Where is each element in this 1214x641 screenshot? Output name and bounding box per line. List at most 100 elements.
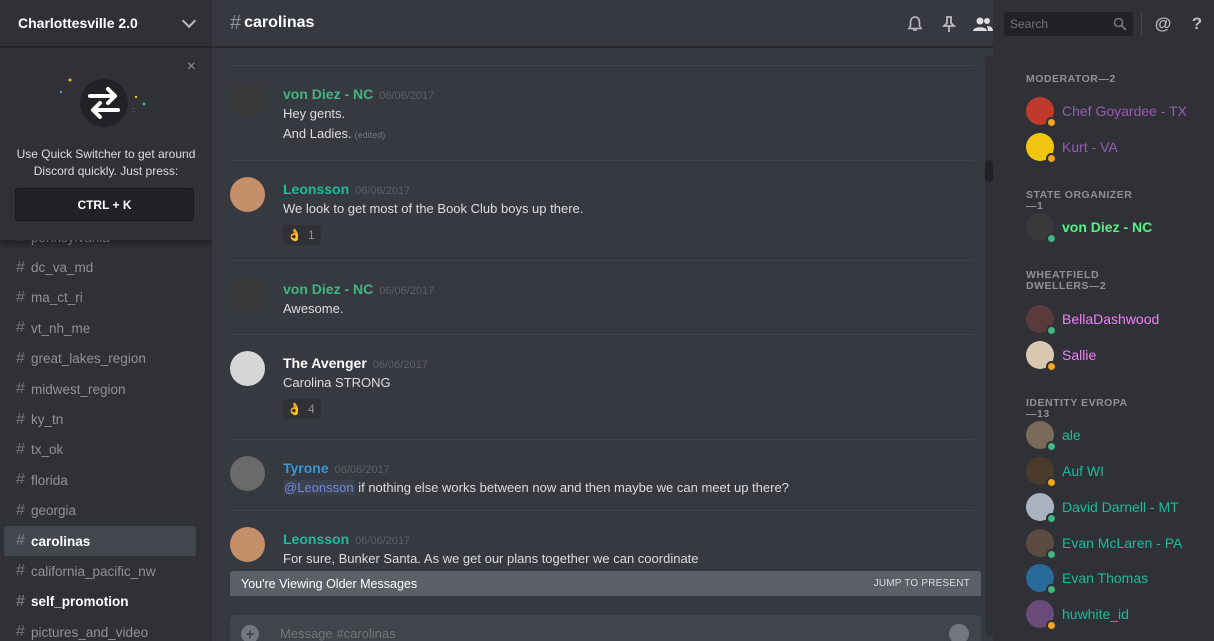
member-list: MODERATOR—2 Chef Goyardee - TX Kurt - VA ST… <box>993 0 1214 641</box>
reaction-button[interactable]: 👌 4 <box>283 399 321 419</box>
channel-item-great_lakes_region[interactable]: # great_lakes_region <box>4 344 196 374</box>
message-header: Leonsson 06/06/2017 <box>283 531 410 547</box>
message-group[interactable]: The Avenger 06/06/2017 Carolina STRONG 👌 4 <box>230 334 975 439</box>
message-group[interactable]: Leonsson 06/06/2017 We look to get most of… <box>230 160 975 260</box>
member-item[interactable]: huwhite_id <box>1026 598 1129 631</box>
channel-item-california_pacific_nw[interactable]: # california_pacific_nw <box>4 556 196 586</box>
message-header: Leonsson 06/06/2017 <box>283 181 410 197</box>
idle-status-icon <box>1046 620 1057 631</box>
idle-status-icon <box>1046 117 1057 128</box>
avatar[interactable] <box>230 82 265 117</box>
help-icon[interactable]: ? <box>1185 12 1209 36</box>
channel-item-vt_nh_me[interactable]: # vt_nh_me <box>4 313 196 343</box>
member-name: ale <box>1062 427 1081 443</box>
member-item[interactable]: Kurt - VA <box>1026 131 1118 164</box>
older-messages-bar[interactable]: You're Viewing Older Messages JUMP TO PR… <box>230 571 981 596</box>
scrollbar[interactable] <box>985 56 993 636</box>
header-toolbar: @ ? <box>898 0 1214 47</box>
username[interactable]: Leonsson <box>283 181 349 197</box>
user-mention[interactable]: @Leonsson <box>283 480 355 495</box>
pin-icon[interactable] <box>937 12 961 36</box>
avatar[interactable] <box>230 277 265 312</box>
message-group[interactable]: Leonsson 06/06/2017 For sure, Bunker Santa… <box>230 510 975 571</box>
hashtag-icon: # <box>16 532 25 550</box>
message-text: Awesome. <box>283 301 343 316</box>
attach-plus-icon[interactable]: + <box>241 625 259 641</box>
channel-name: california_pacific_nw <box>31 563 156 579</box>
channel-item-ky_tn[interactable]: # ky_tn <box>4 404 196 434</box>
svg-text:::: :: <box>132 108 136 114</box>
member-item[interactable]: David Darnell - MT <box>1026 491 1179 524</box>
channel-title: carolinas <box>244 14 315 31</box>
scroll-thumb[interactable] <box>985 160 993 182</box>
emoji-icon[interactable] <box>949 624 969 641</box>
channel-header: # carolinas <box>212 0 993 47</box>
shortcut-key-badge: CTRL + K <box>15 188 194 221</box>
message-group[interactable]: von Diez - NC 06/06/2017 Hey gents. And Lad… <box>230 65 975 160</box>
channel-item-georgia[interactable]: # georgia <box>4 496 196 526</box>
channel-item-midwest_region[interactable]: # midwest_region <box>4 374 196 404</box>
username[interactable]: von Diez - NC <box>283 281 373 297</box>
username[interactable]: The Avenger <box>283 355 367 371</box>
member-name: huwhite_id <box>1062 606 1129 622</box>
member-name: BellaDashwood <box>1062 311 1160 327</box>
members-icon[interactable] <box>971 12 995 36</box>
timestamp: 06/06/2017 <box>379 285 435 297</box>
hashtag-icon: # <box>16 319 25 337</box>
channel-item-tx_ok[interactable]: # tx_ok <box>4 435 196 465</box>
swap-arrows-icon: :: <box>59 78 146 127</box>
chevron-down-icon[interactable] <box>181 13 197 28</box>
username[interactable]: Leonsson <box>283 531 349 547</box>
hashtag-icon: # <box>16 562 25 580</box>
member-item[interactable]: Auf WI <box>1026 455 1104 488</box>
message-line: Hey gents. <box>283 106 346 121</box>
username[interactable]: Tyrone <box>283 460 329 476</box>
close-icon[interactable]: × <box>187 58 196 76</box>
member-item[interactable]: BellaDashwood <box>1026 303 1160 336</box>
server-header[interactable]: Charlottesville 2.0 <box>0 0 212 47</box>
message-input[interactable] <box>280 626 880 641</box>
channel-item-self_promotion[interactable]: # self_promotion <box>4 587 196 617</box>
message-line: And Ladies. <box>283 126 352 141</box>
channel-sidebar: Charlottesville 2.0 × :: Use Quick Switc… <box>0 0 212 641</box>
channel-item-pictures_and_video[interactable]: # pictures_and_video <box>4 617 196 641</box>
hashtag-icon: # <box>16 288 25 306</box>
avatar[interactable] <box>230 456 265 491</box>
hashtag-icon: # <box>16 592 25 610</box>
timestamp: 06/06/2017 <box>355 185 411 197</box>
role-header: STATE ORGANIZER—1 <box>1026 189 1133 212</box>
avatar[interactable] <box>230 177 265 212</box>
member-item[interactable]: ale <box>1026 419 1081 452</box>
channel-item-carolinas[interactable]: # carolinas <box>4 525 196 557</box>
reaction-button[interactable]: 👌 1 <box>283 225 321 245</box>
role-header: WHEATFIELD DWELLERS—2 <box>1026 269 1107 292</box>
server-name: Charlottesville 2.0 <box>18 15 138 31</box>
search-icon <box>1113 17 1127 31</box>
member-item[interactable]: Chef Goyardee - TX <box>1026 95 1187 128</box>
mentions-icon[interactable]: @ <box>1151 12 1175 36</box>
bell-icon[interactable] <box>903 12 927 36</box>
search-input[interactable] <box>1010 16 1105 31</box>
hashtag-icon: # <box>16 471 25 489</box>
channel-item-dc_va_md[interactable]: # dc_va_md <box>4 252 196 282</box>
message-group[interactable]: von Diez - NC 06/06/2017 Awesome. <box>230 260 975 334</box>
message-composer[interactable]: + <box>230 615 981 641</box>
message-text: And Ladies. (edited) <box>283 126 385 141</box>
avatar[interactable] <box>230 351 265 386</box>
member-item[interactable]: Evan Thomas <box>1026 562 1148 595</box>
jump-to-present-button[interactable]: JUMP TO PRESENT <box>874 578 970 589</box>
channel-item-ma_ct_ri[interactable]: # ma_ct_ri <box>4 283 196 313</box>
member-item[interactable]: Evan McLaren - PA <box>1026 527 1183 560</box>
avatar <box>1026 493 1057 524</box>
member-name: Evan McLaren - PA <box>1062 535 1183 551</box>
channel-list: #pennsylvania#dc_va_md#ma_ct_ri#vt_nh_me… <box>0 222 212 641</box>
channel-item-florida[interactable]: # florida <box>4 465 196 495</box>
member-item[interactable]: Sallie <box>1026 339 1096 372</box>
member-item[interactable]: von Diez - NC <box>1026 211 1152 244</box>
message-list[interactable]: von Diez - NC 06/06/2017 Hey gents. And Lad… <box>230 48 975 571</box>
avatar[interactable] <box>230 527 265 562</box>
channel-name: self_promotion <box>31 594 129 610</box>
message-group[interactable]: Tyrone 06/06/2017 @Leonsson if nothing els… <box>230 439 975 510</box>
search-box[interactable] <box>1004 11 1133 36</box>
username[interactable]: von Diez - NC <box>283 86 373 102</box>
